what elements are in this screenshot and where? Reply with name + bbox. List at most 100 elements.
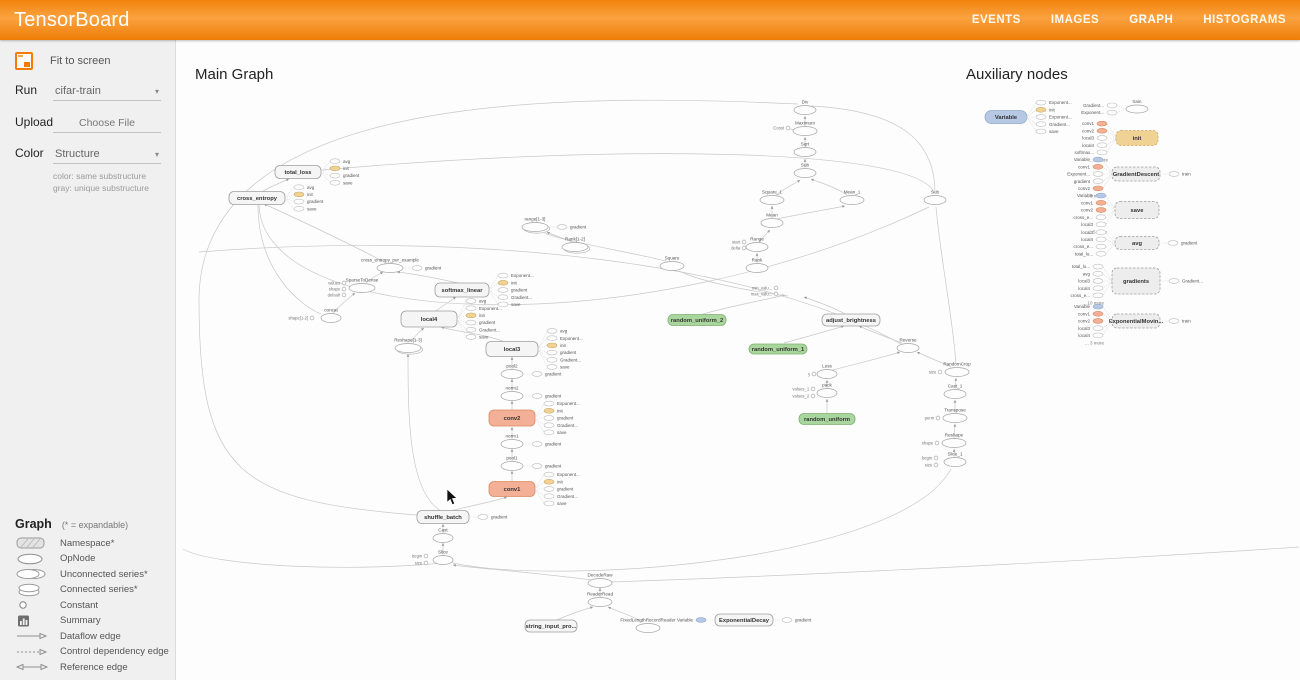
graph-node-rank12[interactable]: Rank[1-2] xyxy=(562,237,590,254)
graph-node-norm2[interactable]: norm2gradient xyxy=(501,386,562,401)
chevron-down-icon: ▾ xyxy=(155,150,159,159)
svg-text:values_1: values_1 xyxy=(792,386,809,391)
svg-text:Div: Div xyxy=(802,100,809,105)
graph-node-aux_gradients[interactable]: gradientsGradient...total_lo...avglocal3… xyxy=(1070,264,1203,305)
constant-icon xyxy=(15,598,51,612)
graph-node-c_size1[interactable]: size xyxy=(925,462,938,467)
graph-node-pack[interactable]: pack xyxy=(817,383,837,398)
graph-node-mean_1[interactable]: Mean_1 xyxy=(840,190,864,205)
graph-node-conv1[interactable]: conv1Exponent...initgradientGradient...s… xyxy=(489,472,580,506)
graph-node-reverse[interactable]: Reverse xyxy=(897,338,919,353)
graph-node-c_std_v[interactable]: values xyxy=(328,280,346,285)
graph-node-random_uniform_1[interactable]: random_uniform_1 xyxy=(749,344,807,354)
svg-text:gradient: gradient xyxy=(545,442,562,447)
graph-node-c_less[interactable]: y xyxy=(808,371,816,376)
svg-text:gradient: gradient xyxy=(557,416,574,421)
graph-node-rank[interactable]: Rank xyxy=(746,258,768,273)
graph-node-expdecay[interactable]: ExponentialDecaygradientVariable xyxy=(677,614,812,626)
svg-text:train: train xyxy=(1182,319,1191,324)
graph-node-pool1[interactable]: pool1gradient xyxy=(501,456,562,471)
graph-node-c_concat[interactable]: shape[1-2] xyxy=(288,315,313,320)
nav-tab-images[interactable]: IMAGES xyxy=(1051,14,1099,26)
graph-node-aux_save[interactable]: saveVariableconv1conv2cross_e...local3..… xyxy=(1073,193,1159,234)
graph-node-random_uniform_2[interactable]: random_uniform_2 xyxy=(668,315,726,326)
graph-node-c_minv[interactable]: min_valu... xyxy=(752,285,778,290)
graph-node-randomcrop[interactable]: RandomCrop xyxy=(943,362,971,377)
graph-node-square_1[interactable]: Square_1 xyxy=(760,190,784,205)
graph-node-string_input[interactable]: string_input_pro... xyxy=(525,620,577,632)
graph-node-sub[interactable]: Sub xyxy=(794,163,816,178)
svg-text:total_loss: total_loss xyxy=(284,170,311,176)
graph-node-c_size2[interactable]: size xyxy=(415,560,428,565)
graph-node-sparsetodense[interactable]: SparseToDense xyxy=(346,278,379,293)
graph-node-c_begin[interactable]: begin xyxy=(412,553,428,558)
graph-node-concat[interactable]: concat xyxy=(321,308,341,323)
graph-node-random_uniform[interactable]: random_uniform xyxy=(799,414,855,425)
graph-node-c_size[interactable]: size xyxy=(929,369,942,374)
svg-text:Less: Less xyxy=(822,364,832,369)
nav-tab-events[interactable]: EVENTS xyxy=(972,14,1021,26)
graph-node-div[interactable]: Div xyxy=(794,100,816,115)
legend-item-dataflow: Dataflow edge xyxy=(15,629,175,645)
color-select[interactable]: Structure ▾ xyxy=(53,146,161,164)
svg-text:y: y xyxy=(808,371,811,376)
svg-text:local3: local3 xyxy=(1078,326,1090,331)
svg-text:save: save xyxy=(557,501,567,506)
fit-to-screen-icon[interactable] xyxy=(15,52,33,70)
graph-node-sub_r[interactable]: Sub xyxy=(924,190,946,205)
nav-tab-graph[interactable]: GRAPH xyxy=(1129,14,1173,26)
graph-node-aux_variable[interactable]: VariableExponent...initExponent...Gradie… xyxy=(985,100,1072,134)
svg-text:range[1-3]: range[1-3] xyxy=(525,217,546,222)
graph-node-c_perm[interactable]: perm xyxy=(925,415,940,420)
run-select[interactable]: cifar-train ▾ xyxy=(53,83,161,101)
graph-node-reshape_op[interactable]: Reshape xyxy=(942,433,966,448)
svg-text:Rank[1-2]: Rank[1-2] xyxy=(565,237,585,242)
graph-node-c_pack2[interactable]: values_2 xyxy=(792,393,814,398)
graph-node-slice[interactable]: Slice xyxy=(433,550,453,565)
choose-file-button[interactable]: Choose File xyxy=(53,114,161,133)
graph-node-shuffle_batch[interactable]: shuffle_batchgradient xyxy=(417,511,508,524)
graph-node-cast_1[interactable]: Cast_1 xyxy=(944,384,966,399)
graph-node-readerread[interactable]: ReaderRead xyxy=(587,592,613,607)
svg-text:concat: concat xyxy=(324,308,338,313)
fit-to-screen-label[interactable]: Fit to screen xyxy=(50,55,111,67)
graph-node-less[interactable]: Less xyxy=(817,364,837,379)
graph-node-conv2[interactable]: conv2Exponent...initgradientGradient...s… xyxy=(489,401,580,435)
graph-node-c_std_s[interactable]: shape xyxy=(329,286,346,291)
graph-node-aux_train[interactable]: trainGradient...Exponent... xyxy=(1081,99,1148,115)
graph-node-c_pack1[interactable]: values_1 xyxy=(792,386,814,391)
legend-item-series-unconnected: Unconnected series* xyxy=(15,567,175,583)
graph-node-sqrt[interactable]: Sqrt xyxy=(794,142,816,157)
graph-node-cast[interactable]: Cast xyxy=(433,528,453,543)
graph-canvas[interactable]: total_lossavginitgradientsavecross_entro… xyxy=(0,0,1300,680)
graph-node-maximum[interactable]: Maximum xyxy=(793,121,817,136)
graph-node-c_maxv[interactable]: max_valu... xyxy=(751,291,778,296)
svg-text:string_input_pro...: string_input_pro... xyxy=(526,624,577,630)
graph-node-total_loss[interactable]: total_lossavginitgradientsave xyxy=(275,159,360,186)
graph-node-adjust_brightness[interactable]: adjust_brightness xyxy=(822,314,880,326)
graph-node-c_begin1[interactable]: begin xyxy=(922,455,938,460)
graph-node-c_delta[interactable]: delta xyxy=(731,245,746,250)
graph-node-c_std_d[interactable]: default xyxy=(328,292,346,297)
graph-node-c_max[interactable]: Const xyxy=(773,125,790,130)
graph-node-square[interactable]: Square xyxy=(660,256,684,271)
graph-node-reshape13[interactable]: Reshape[1-3] xyxy=(394,338,423,355)
graph-node-flrr[interactable]: FixedLengthRecordReader xyxy=(620,618,676,633)
graph-node-cross_entropy[interactable]: cross_entropyavginitgradientsave xyxy=(229,185,324,212)
nav-tab-histograms[interactable]: HISTOGRAMS xyxy=(1203,14,1286,26)
graph-node-c_start[interactable]: start xyxy=(732,239,746,244)
graph-node-aux_avg[interactable]: avggradientlocal3local4cross_e...total_l… xyxy=(1073,230,1198,257)
graph-node-mean[interactable]: Mean xyxy=(761,213,783,228)
graph-node-range[interactable]: Range xyxy=(746,237,768,252)
graph-node-aux_ema[interactable]: ExponentialMovin...trainVariableconv1con… xyxy=(1074,304,1191,345)
graph-node-norm1[interactable]: norm1gradient xyxy=(501,434,562,449)
graph-node-slice_1[interactable]: Slice_1 xyxy=(944,452,966,467)
graph-node-decoderaw[interactable]: DecodeRaw xyxy=(587,573,613,588)
svg-text:values: values xyxy=(328,280,340,285)
svg-text:init: init xyxy=(343,166,350,171)
graph-node-local3[interactable]: local3avgExponent...initgradientGradient… xyxy=(486,329,583,370)
graph-node-range13[interactable]: range[1-3]gradient xyxy=(522,217,587,234)
graph-node-transpose[interactable]: Transpose xyxy=(943,408,967,423)
graph-node-cepe[interactable]: cross_entropy_per_examplegradient xyxy=(361,258,442,273)
graph-node-c_shape[interactable]: shape xyxy=(922,440,939,445)
